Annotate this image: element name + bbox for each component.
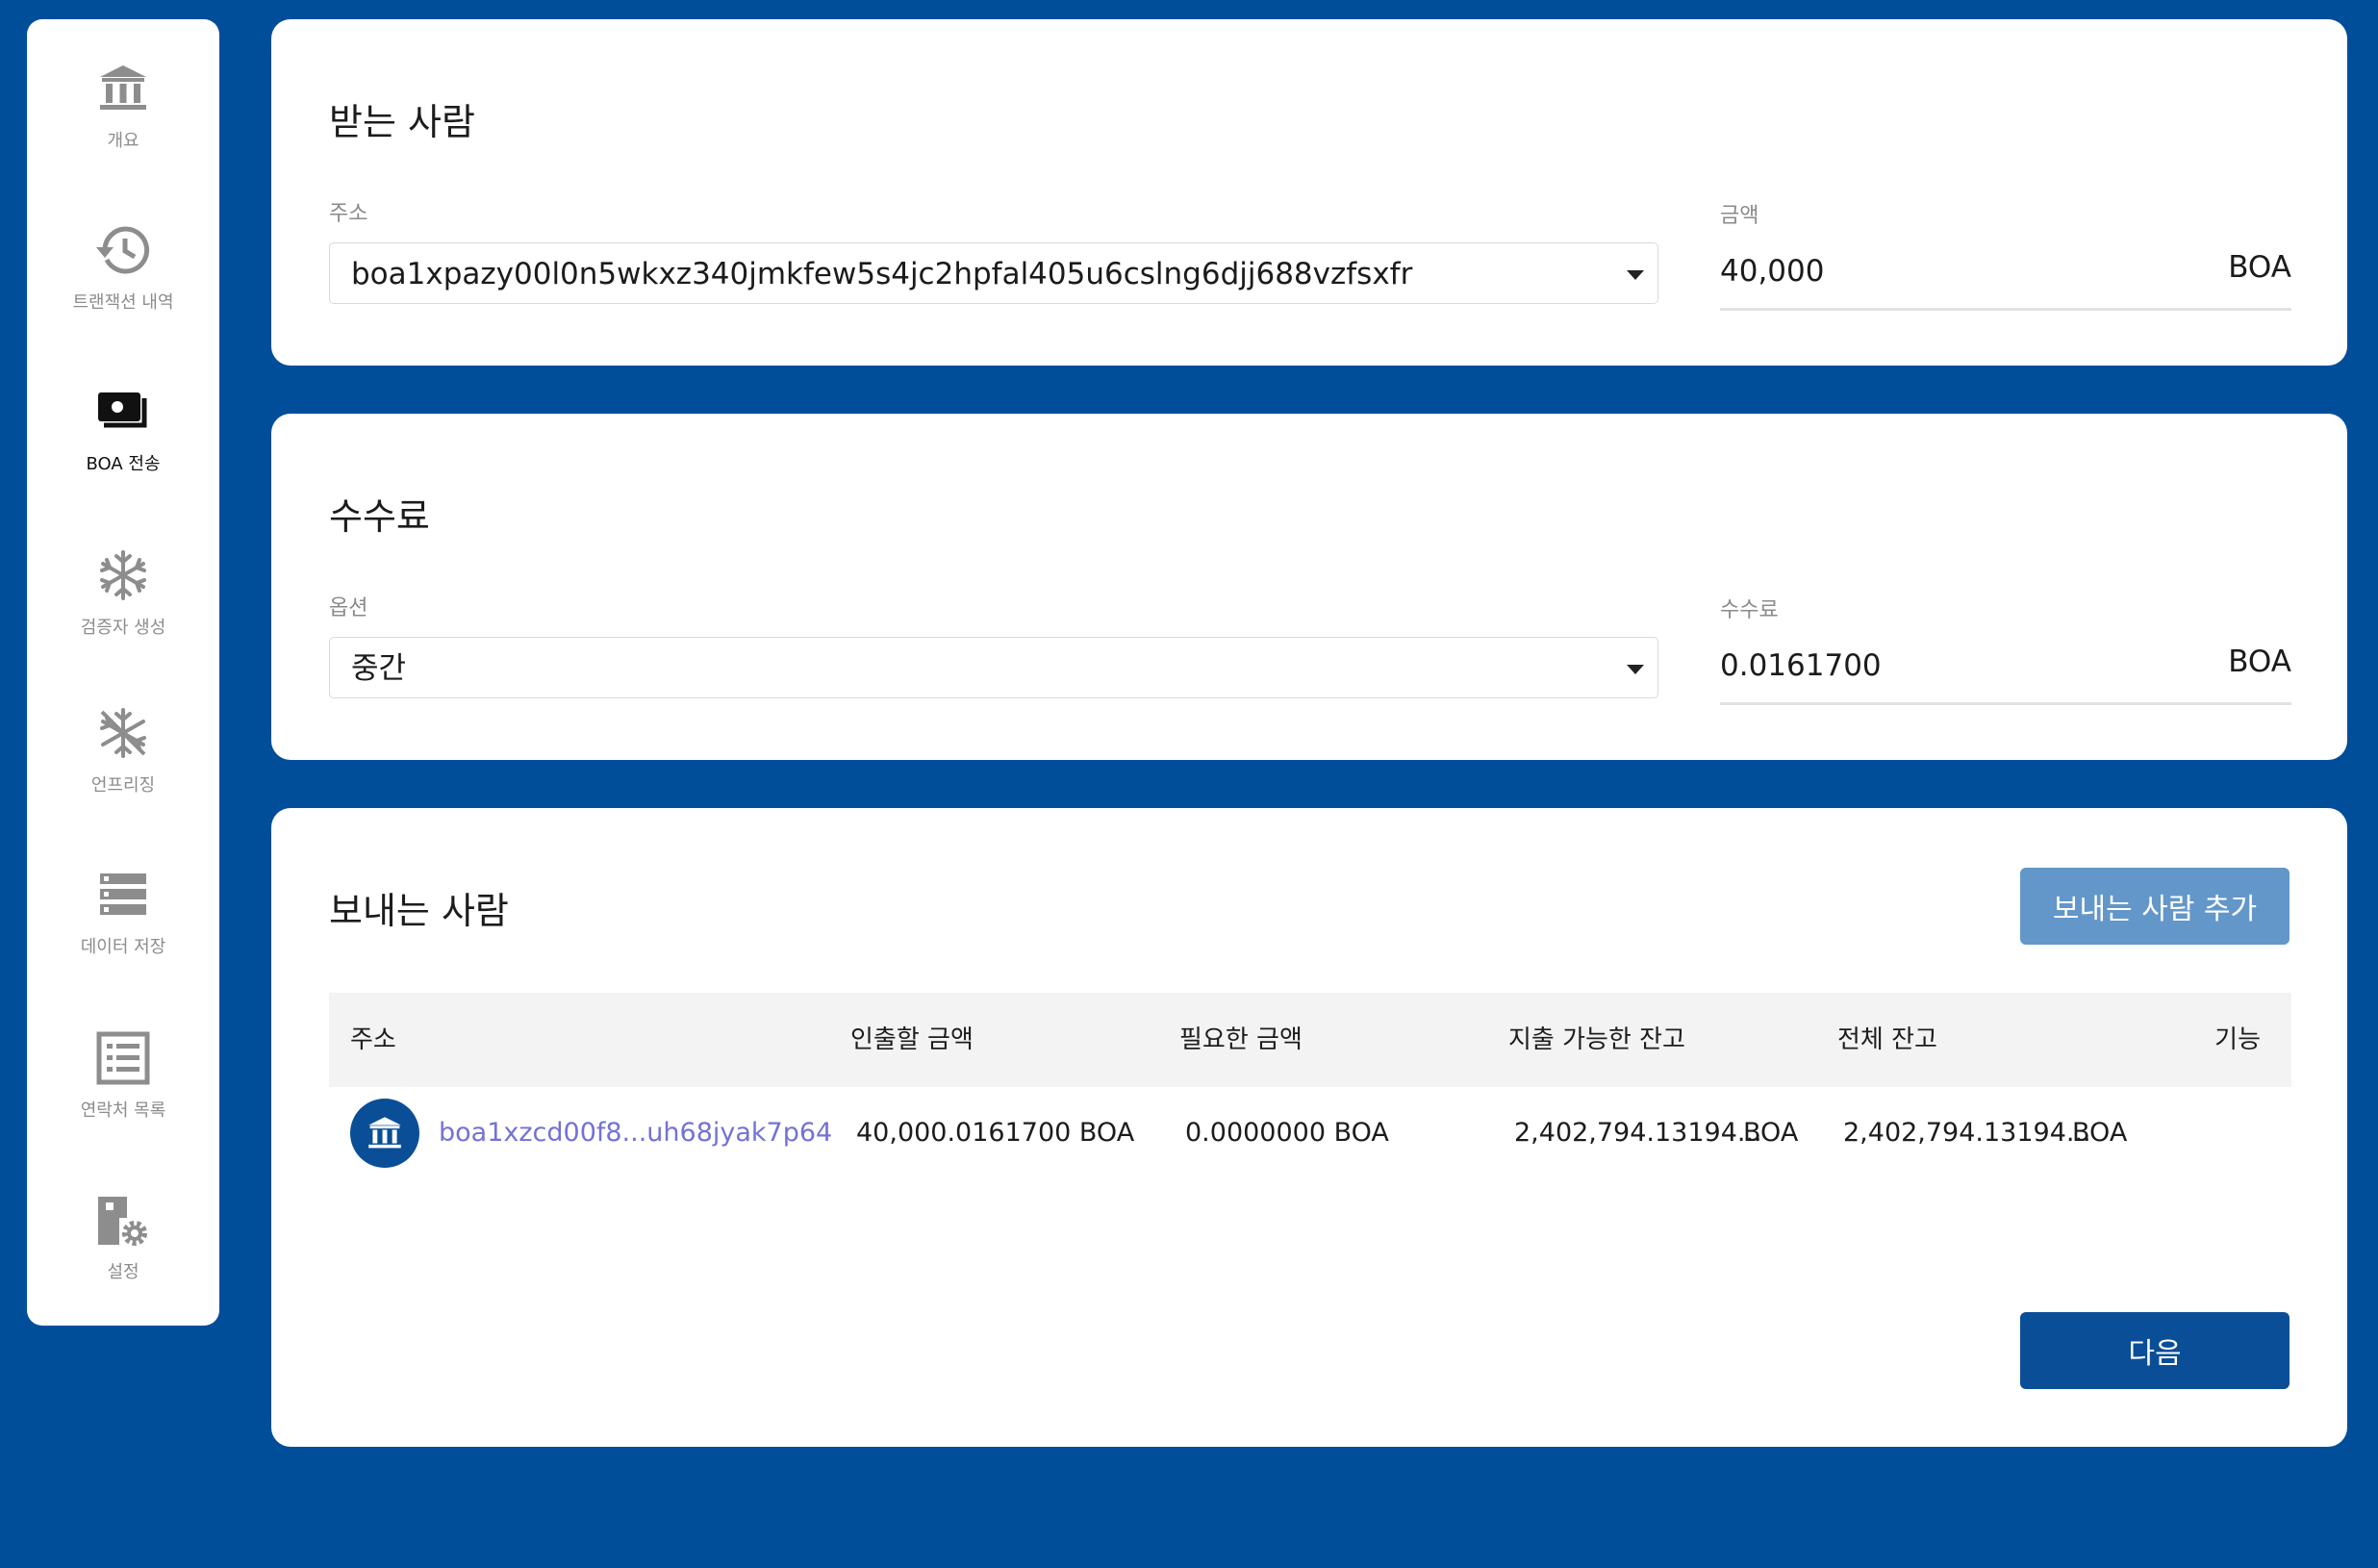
column-header-actions: 기능 <box>2214 1025 2261 1054</box>
sidebar-item-unfreeze[interactable]: 언프리징 <box>27 704 219 839</box>
column-header-total: 전체 잔고 <box>1837 1025 1937 1054</box>
sidebar-item-data-storage[interactable]: 데이터 저장 <box>27 866 219 1000</box>
sidebar-item-label: 설정 <box>107 1262 139 1282</box>
withdraw-amount: 40,000.0161700 BOA <box>856 1118 1135 1148</box>
spendable-balance: 2,402,794.13194... <box>1514 1118 1762 1148</box>
sidebar-item-contacts[interactable]: 연락처 목록 <box>27 1029 219 1164</box>
next-button[interactable]: 다음 <box>2020 1312 2289 1389</box>
fee-value: 0.0161700 <box>1720 648 1882 683</box>
sidebar: 개요 트랜잭션 내역 BOA 전송 검증자 생성 언프리징 데이터 저장 연락처… <box>27 19 219 1326</box>
sidebar-item-settings[interactable]: 설정 <box>27 1191 219 1326</box>
fee-option-select[interactable]: 중간 <box>329 637 1658 698</box>
column-header-spendable: 지출 가능한 잔고 <box>1508 1025 1685 1054</box>
column-header-required: 필요한 금액 <box>1179 1025 1303 1054</box>
total-unit: BOA <box>2072 1118 2128 1148</box>
snowflake-icon <box>100 550 146 600</box>
total-balance: 2,402,794.13194... <box>1843 1118 2091 1148</box>
sidebar-item-label: 데이터 저장 <box>80 937 166 957</box>
add-sender-button[interactable]: 보내는 사람 추가 <box>2020 868 2289 945</box>
table-header: 주소 인출할 금액 필요한 금액 지출 가능한 잔고 전체 잔고 기능 <box>329 993 2291 1087</box>
settings-icon <box>98 1197 147 1246</box>
amount-unit: BOA <box>2228 250 2291 285</box>
money-icon <box>98 392 147 428</box>
storage-icon <box>100 873 146 915</box>
sidebar-item-validator[interactable]: 검증자 생성 <box>27 546 219 681</box>
unfreeze-icon <box>100 708 146 758</box>
sidebar-item-label: 트랜잭션 내역 <box>72 292 174 313</box>
sidebar-item-label: 검증자 생성 <box>80 618 166 638</box>
bank-icon <box>100 65 146 110</box>
recipient-card: 받는 사람 주소 boa1xpazy00l0n5wkxz340jmkfew5s4… <box>271 19 2347 366</box>
fee-card: 수수료 옵션 중간 수수료 0.0161700 BOA <box>271 414 2347 760</box>
spendable-unit: BOA <box>1743 1118 1799 1148</box>
avatar <box>350 1099 419 1168</box>
amount-value: 40,000 <box>1720 254 1825 289</box>
table-row: boa1xzcd00f8...uh68jyak7p64 40,000.01617… <box>329 1095 2291 1172</box>
chevron-down-icon <box>1627 270 1644 280</box>
sidebar-item-label: 연락처 목록 <box>80 1100 166 1121</box>
fee-label: 수수료 <box>1720 598 1779 622</box>
sidebar-item-send-boa[interactable]: BOA 전송 <box>27 383 219 518</box>
fee-option-value: 중간 <box>351 651 407 686</box>
sidebar-item-history[interactable]: 트랜잭션 내역 <box>27 221 219 356</box>
bank-icon <box>368 1117 401 1149</box>
sidebar-item-label: 개요 <box>107 131 139 151</box>
option-label: 옵션 <box>329 596 368 620</box>
history-icon <box>96 226 150 274</box>
fee-input[interactable]: 0.0161700 BOA <box>1720 643 2291 705</box>
sender-card: 보내는 사람 보내는 사람 추가 주소 인출할 금액 필요한 금액 지출 가능한… <box>271 808 2347 1447</box>
amount-input[interactable]: 40,000 BOA <box>1720 248 2291 311</box>
list-icon <box>96 1031 150 1085</box>
sidebar-item-label: 언프리징 <box>90 775 156 796</box>
amount-label: 금액 <box>1720 204 1759 228</box>
fee-title: 수수료 <box>329 495 430 538</box>
column-header-address: 주소 <box>350 1025 396 1054</box>
sender-address-link[interactable]: boa1xzcd00f8...uh68jyak7p64 <box>439 1095 832 1172</box>
recipient-address-value: boa1xpazy00l0n5wkxz340jmkfew5s4jc2hpfal4… <box>351 257 1413 291</box>
recipient-title: 받는 사람 <box>329 101 475 143</box>
address-label: 주소 <box>329 202 368 226</box>
column-header-withdraw: 인출할 금액 <box>850 1025 974 1054</box>
chevron-down-icon <box>1627 665 1644 674</box>
recipient-address-select[interactable]: boa1xpazy00l0n5wkxz340jmkfew5s4jc2hpfal4… <box>329 242 1658 304</box>
sidebar-item-overview[interactable]: 개요 <box>27 60 219 194</box>
sidebar-item-label: BOA 전송 <box>86 454 161 474</box>
required-amount: 0.0000000 BOA <box>1185 1118 1389 1148</box>
sender-title: 보내는 사람 <box>329 890 509 932</box>
fee-unit: BOA <box>2228 645 2291 679</box>
